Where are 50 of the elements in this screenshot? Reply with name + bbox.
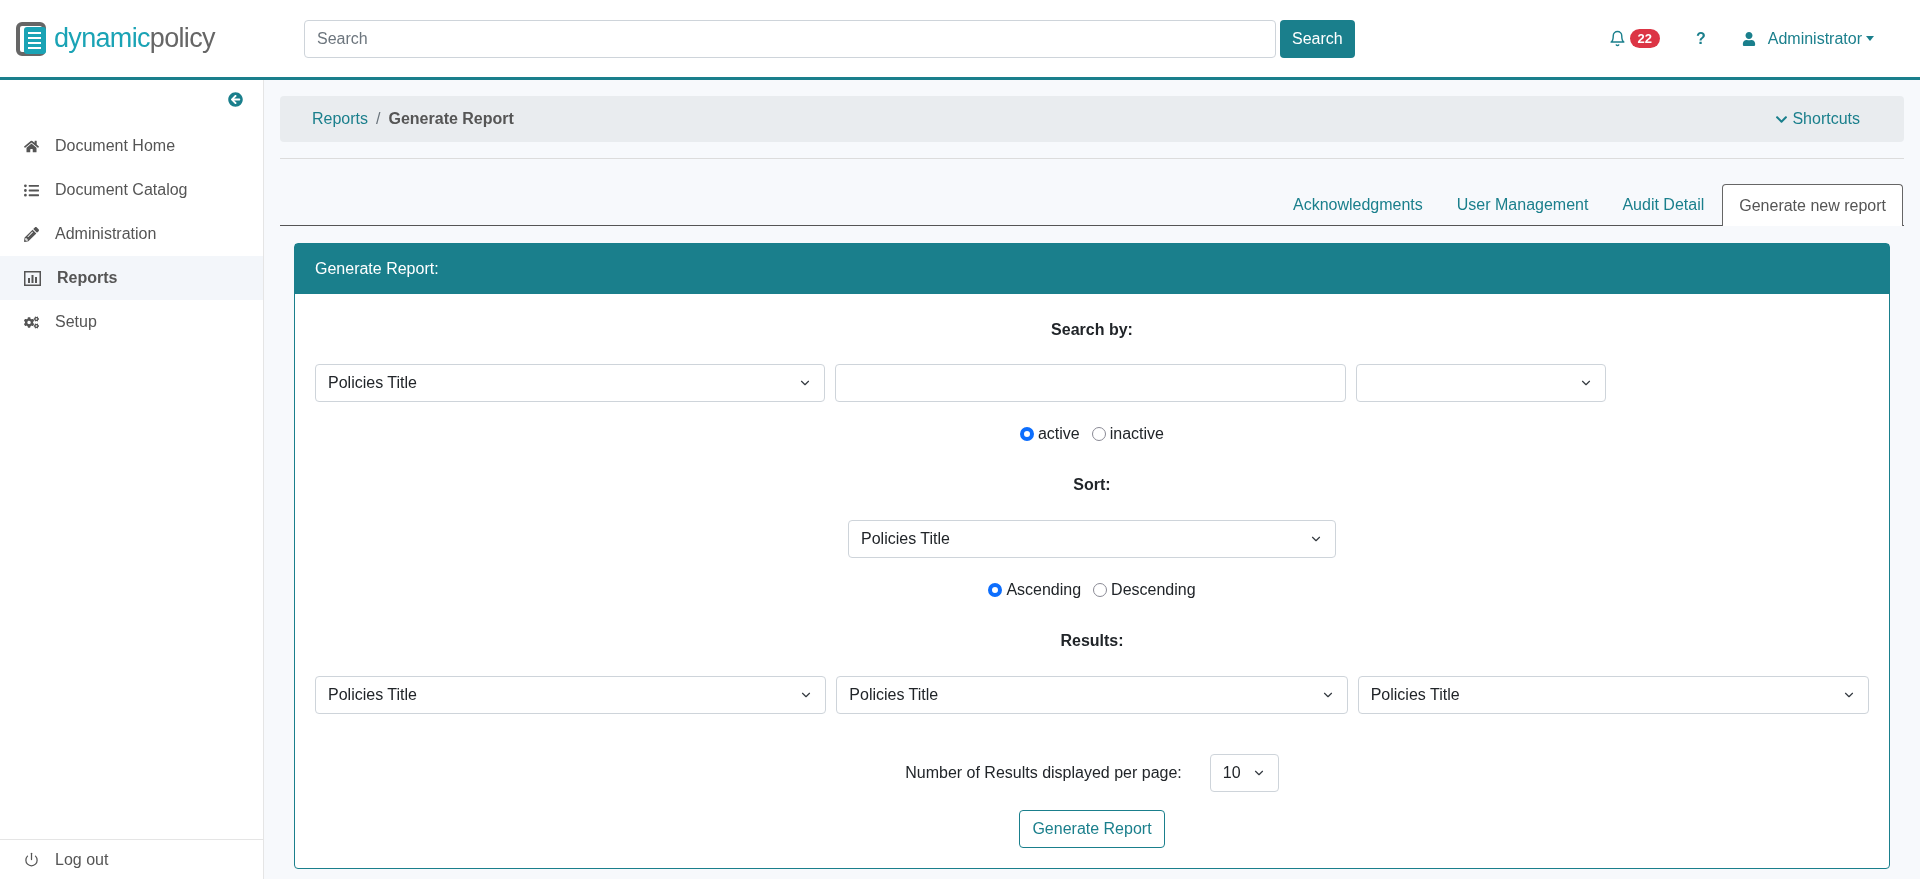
sidebar-item[interactable]: Administration [0,212,263,256]
sidebar-item[interactable]: Setup [0,300,263,344]
result-column-select[interactable]: Policies Title [1357,676,1869,714]
radio-label: inactive [1109,424,1164,444]
bell-icon[interactable] [1608,30,1626,47]
collapse-icon[interactable] [228,92,243,107]
radio-label: active [1037,424,1080,444]
list-icon [24,182,39,198]
field-select[interactable]: Policies Title [315,364,825,402]
radio-button[interactable] [1019,427,1034,441]
help-link[interactable]: ? [1695,26,1706,51]
radio-button[interactable] [988,583,1003,597]
home-icon [24,138,39,154]
result-column-select[interactable]: Policies Title [836,676,1348,714]
result-column-select[interactable]: Policies Title [315,676,827,714]
per-page-select[interactable]: 10 [1209,754,1279,792]
user-menu[interactable]: Administrator [1767,26,1874,51]
notification-count: 22 [1629,28,1660,49]
pencil-icon [24,226,39,242]
tab[interactable]: Audit Detail [1606,184,1721,225]
search-value-field[interactable] [835,364,1346,402]
breadcrumb-separator: / [376,109,381,129]
radio-label: Descending [1111,580,1196,600]
radio-label: Ascending [1006,580,1082,600]
tab[interactable]: Generate new report [1722,184,1903,226]
sidebar-item[interactable]: Reports [0,256,263,300]
sidebar-item[interactable]: Document Home [0,124,263,168]
gears-icon [24,314,39,330]
radio-button[interactable] [1091,427,1106,441]
section-label: Search by: [1050,320,1134,340]
search-field[interactable]: Search [304,19,1276,58]
generate-report-button[interactable]: Generate Report [1019,810,1165,848]
sort-select[interactable]: Policies Title [848,520,1336,558]
shortcuts-toggle[interactable]: Shortcuts [1775,107,1860,131]
section-label: Results: [1059,631,1125,651]
per-page-label: Number of Results displayed per page: [905,763,1182,783]
section-label: Sort: [1072,475,1112,495]
sidebar-item[interactable]: Document Catalog [0,168,263,212]
tab[interactable]: Acknowledgments [1276,184,1439,225]
power-icon [24,852,39,867]
logo[interactable]: dynamicpolicy [16,18,304,59]
radio-button[interactable] [1093,583,1108,597]
bar-chart-icon [24,270,41,286]
tab[interactable]: User Management [1440,184,1605,225]
breadcrumb-current: Generate Report [388,109,514,129]
user-icon [1741,31,1756,46]
search-button[interactable]: Search [1280,19,1355,58]
breadcrumb-link[interactable]: Reports [312,107,369,131]
card-header: Generate Report: [295,244,1889,294]
logout-link[interactable]: Log out [55,847,109,872]
